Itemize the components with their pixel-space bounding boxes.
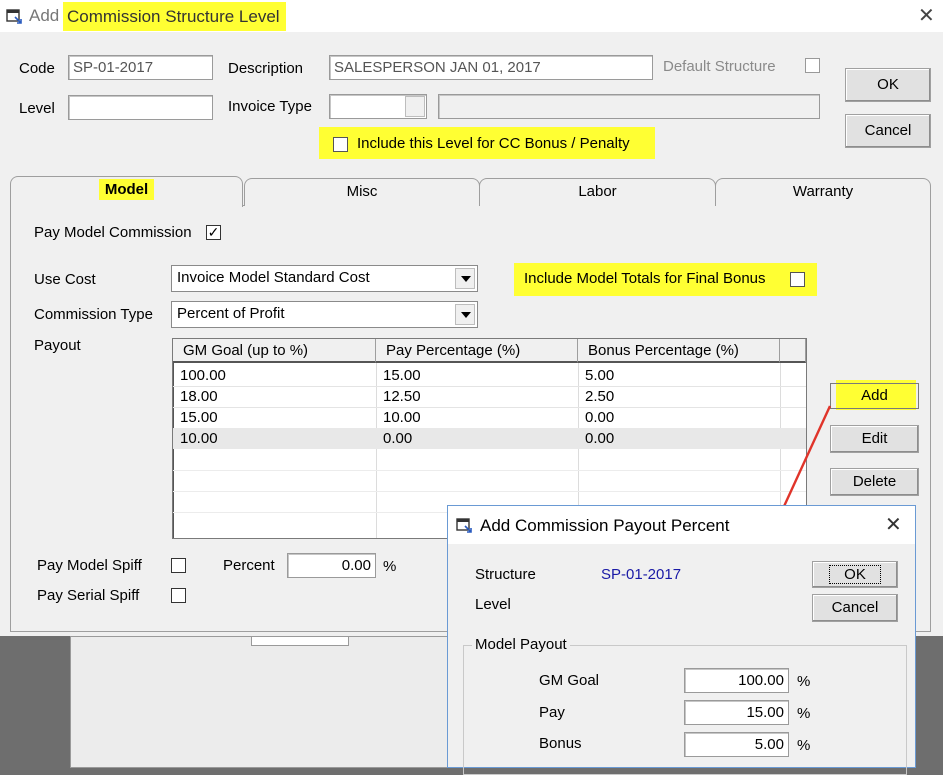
table-cell: 2.50: [585, 388, 615, 405]
edit-button[interactable]: Edit: [830, 425, 919, 453]
window-app-icon: [6, 9, 22, 24]
commission-type-select[interactable]: Percent of Profit: [171, 301, 478, 328]
tab-labor[interactable]: Labor: [479, 178, 716, 206]
pay-field[interactable]: 15.00: [684, 700, 789, 725]
structure-label: Structure: [475, 566, 536, 583]
description-label: Description: [228, 60, 304, 77]
table-cell: 5.00: [585, 367, 615, 384]
table-row[interactable]: 100.00 15.00 5.00: [173, 365, 806, 387]
percent-unit: %: [383, 558, 397, 575]
dialog-ok-label: OK: [829, 565, 881, 584]
close-icon[interactable]: ✕: [885, 512, 902, 537]
delete-button[interactable]: Delete: [830, 468, 919, 496]
table-cell: 0.00: [585, 409, 615, 426]
structure-value: SP-01-2017: [601, 566, 682, 583]
table-cell: 15.00: [383, 367, 421, 384]
pay-model-commission-label: Pay Model Commission: [34, 224, 192, 241]
code-label: Code: [19, 60, 55, 77]
use-cost-value: Invoice Model Standard Cost: [177, 269, 370, 286]
pay-model-spiff-label: Pay Model Spiff: [37, 557, 142, 574]
level-label: Level: [19, 100, 55, 117]
table-cell: 18.00: [180, 388, 218, 405]
use-cost-select[interactable]: Invoice Model Standard Cost: [171, 265, 478, 292]
cancel-button[interactable]: Cancel: [845, 114, 931, 148]
window-title-prefix: Add: [29, 6, 60, 25]
include-cc-checkbox[interactable]: [333, 137, 348, 152]
table-cell: 12.50: [383, 388, 421, 405]
dialog-ok-button[interactable]: OK: [812, 561, 898, 588]
title-bar: Add Commission Structure Level ✕: [0, 0, 943, 32]
ok-button[interactable]: OK: [845, 68, 931, 102]
table-cell: 100.00: [180, 367, 226, 384]
commission-type-label: Commission Type: [34, 306, 153, 323]
chevron-down-icon[interactable]: [455, 304, 475, 325]
pay-label: Pay: [539, 704, 565, 721]
tab-misc[interactable]: Misc: [244, 178, 480, 206]
background-input: [251, 637, 349, 646]
description-field[interactable]: SALESPERSON JAN 01, 2017: [329, 55, 653, 80]
include-totals-label: Include Model Totals for Final Bonus: [524, 270, 766, 287]
default-structure-label: Default Structure: [663, 58, 776, 75]
include-cc-label: Include this Level for CC Bonus / Penalt…: [357, 135, 630, 152]
level-field[interactable]: [68, 95, 213, 120]
include-totals-checkbox[interactable]: [790, 272, 805, 287]
bonus-field[interactable]: 5.00: [684, 732, 789, 757]
close-icon[interactable]: ✕: [918, 3, 935, 28]
gm-goal-label: GM Goal: [539, 672, 600, 689]
table-cell: 0.00: [383, 430, 413, 447]
gm-goal-unit: %: [797, 673, 811, 690]
pay-serial-spiff-label: Pay Serial Spiff: [37, 587, 140, 604]
percent-field[interactable]: 0.00: [287, 553, 376, 578]
invoice-type-label: Invoice Type: [228, 98, 312, 115]
table-cell: 10.00: [383, 409, 421, 426]
payout-percent-dialog: Add Commission Payout Percent ✕ Structur…: [447, 505, 916, 775]
background-window: [70, 636, 450, 768]
window-app-icon: [456, 518, 472, 533]
tab-warranty[interactable]: Warranty: [715, 178, 931, 206]
use-cost-label: Use Cost: [34, 271, 96, 288]
invoice-type-description: [438, 94, 820, 119]
gm-goal-field[interactable]: 100.00: [684, 668, 789, 693]
column-header-filler: [780, 339, 806, 363]
tab-model[interactable]: Model: [10, 176, 243, 207]
code-field[interactable]: SP-01-2017: [68, 55, 213, 80]
pay-model-commission-checkbox[interactable]: ✓: [206, 225, 221, 240]
default-structure-checkbox[interactable]: [805, 58, 820, 73]
payout-label: Payout: [34, 337, 81, 354]
chevron-down-icon[interactable]: [455, 268, 475, 289]
column-header-pay-percentage[interactable]: Pay Percentage (%): [376, 339, 578, 363]
tab-model-label: Model: [98, 179, 155, 200]
window-title: Commission Structure Level: [63, 2, 286, 31]
percent-label: Percent: [223, 557, 275, 574]
dialog-cancel-button[interactable]: Cancel: [812, 594, 898, 622]
table-cell: 15.00: [180, 409, 218, 426]
column-header-gm-goal[interactable]: GM Goal (up to %): [173, 339, 376, 363]
bonus-unit: %: [797, 737, 811, 754]
table-row[interactable]: 15.00 10.00 0.00: [173, 407, 806, 429]
table-cell: 0.00: [585, 430, 615, 447]
pay-unit: %: [797, 705, 811, 722]
add-button[interactable]: Add: [830, 383, 919, 409]
model-payout-group-label: Model Payout: [472, 636, 570, 653]
empty-row-line: [173, 470, 806, 471]
pay-serial-spiff-checkbox[interactable]: [171, 588, 186, 603]
dialog-title: Add Commission Payout Percent: [480, 516, 730, 535]
table-row[interactable]: 18.00 12.50 2.50: [173, 386, 806, 408]
pay-model-spiff-checkbox[interactable]: [171, 558, 186, 573]
table-row-selected[interactable]: 10.00 0.00 0.00: [173, 428, 806, 449]
level-label: Level: [475, 596, 511, 613]
dialog-title-bar: Add Commission Payout Percent ✕: [448, 506, 915, 544]
invoice-type-lookup-button[interactable]: [405, 96, 425, 117]
column-header-bonus-percentage[interactable]: Bonus Percentage (%): [578, 339, 780, 363]
bonus-label: Bonus: [539, 735, 582, 752]
table-cell: 10.00: [180, 430, 218, 447]
empty-row-line: [173, 491, 806, 492]
commission-type-value: Percent of Profit: [177, 305, 285, 322]
